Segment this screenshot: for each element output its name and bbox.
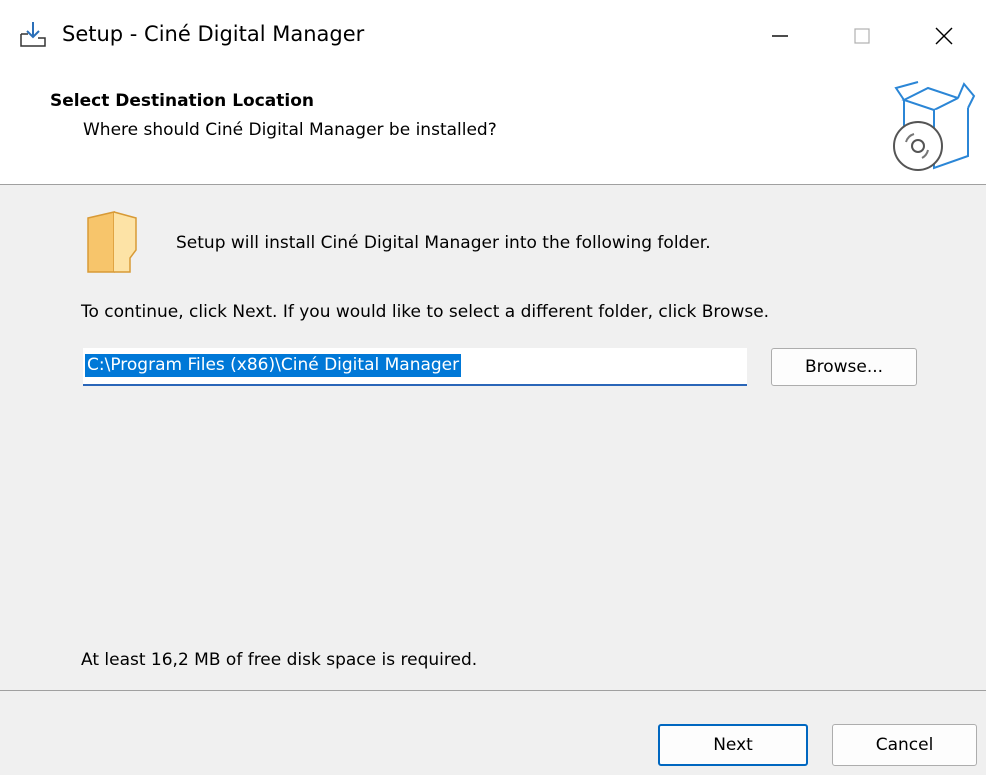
install-intro-text: Setup will install Ciné Digital Manager … [176, 233, 711, 253]
browse-button[interactable]: Browse... [771, 348, 917, 386]
maximize-button[interactable] [834, 14, 890, 58]
minimize-icon [772, 35, 788, 37]
window-title: Setup - Ciné Digital Manager [62, 22, 365, 46]
close-button[interactable] [916, 14, 972, 58]
minimize-button[interactable] [752, 14, 808, 58]
wizard-header: Select Destination Location Where should… [0, 78, 986, 185]
installer-download-icon [20, 22, 46, 47]
next-button[interactable]: Next [658, 724, 808, 766]
destination-path-input[interactable]: C:\Program Files (x86)\Ciné Digital Mana… [83, 348, 747, 386]
page-subtitle: Where should Ciné Digital Manager be ins… [83, 120, 497, 140]
cancel-button[interactable]: Cancel [832, 724, 977, 766]
footer-divider [0, 690, 986, 691]
page-title: Select Destination Location [50, 91, 314, 111]
software-box-disc-icon [893, 81, 976, 171]
close-icon [935, 27, 953, 45]
folder-icon [87, 211, 137, 273]
disk-space-note: At least 16,2 MB of free disk space is r… [81, 650, 478, 670]
instruction-text: To continue, click Next. If you would li… [81, 302, 770, 322]
title-bar: Setup - Ciné Digital Manager [0, 0, 986, 78]
maximize-icon [854, 28, 870, 44]
destination-path-value: C:\Program Files (x86)\Ciné Digital Mana… [85, 354, 462, 377]
